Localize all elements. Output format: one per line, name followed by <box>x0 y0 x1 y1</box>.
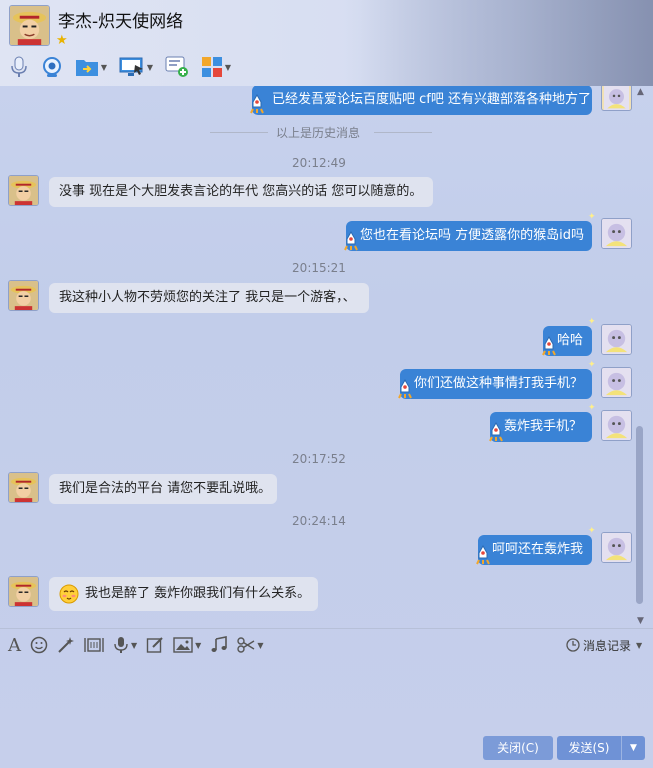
separator-rule <box>374 132 432 133</box>
message-timestamp: 20:17:52 <box>292 452 346 466</box>
chat-toolbar: ▼ ▼ ▼ <box>6 53 234 81</box>
message-history-label: 消息记录 <box>583 638 632 653</box>
close-button[interactable]: 关闭(C) <box>483 736 553 760</box>
edit-icon[interactable] <box>146 636 164 654</box>
outgoing-message[interactable]: 你们还做这种事情打我手机？ <box>400 369 592 399</box>
voice-message-icon[interactable]: ▼ <box>113 636 137 654</box>
chevron-down-icon[interactable]: ▼ <box>257 641 263 650</box>
message-list[interactable]: 已经发吾爱论坛百度贴吧 cf吧 还有兴趣部落各种地方了 以上是历史消息 20:1… <box>0 86 634 628</box>
rocket-icon <box>344 231 358 251</box>
chevron-down-icon[interactable]: ▼ <box>225 63 231 72</box>
input-divider <box>0 628 653 629</box>
input-toolbar: A ▼ ▼ ▼ <box>8 634 263 656</box>
rocket-icon <box>476 545 490 565</box>
send-button[interactable]: 发送(S) <box>557 736 621 760</box>
outgoing-message[interactable]: 您也在看论坛吗 方便透露你的猴岛id吗 <box>346 221 592 251</box>
sparkle-icon: ✦ <box>588 526 596 536</box>
rocket-icon <box>250 94 264 114</box>
outgoing-message[interactable]: 轰炸我手机？ <box>490 412 592 442</box>
send-options-button[interactable]: ▼ <box>621 736 645 760</box>
message-timestamp: 20:15:21 <box>292 261 346 275</box>
contact-avatar[interactable] <box>9 5 50 46</box>
outgoing-message[interactable]: 呵呵还在轰炸我 <box>478 535 592 565</box>
contact-name: 李杰-炽天使网络 <box>58 12 184 32</box>
apps-icon[interactable]: ▼ <box>198 54 234 80</box>
sparkle-icon: ✦ <box>588 403 596 413</box>
chevron-down-icon[interactable]: ▼ <box>636 641 642 650</box>
message-timestamp: 20:24:14 <box>292 514 346 528</box>
incoming-message[interactable]: 我这种小人物不劳烦您的关注了 我只是一个游客，、 <box>49 283 369 313</box>
screen-capture-icon[interactable] <box>84 636 104 654</box>
scroll-up-icon[interactable]: ▲ <box>636 88 645 97</box>
history-label: 以上是历史消息 <box>276 126 361 140</box>
sparkle-icon: ✦ <box>588 212 596 222</box>
chat-scrollbar[interactable]: ▲ ▼ <box>634 86 646 628</box>
chevron-down-icon[interactable]: ▼ <box>147 63 153 72</box>
screen-share-icon[interactable]: ▼ <box>116 54 156 80</box>
voice-call-icon[interactable] <box>6 54 32 80</box>
contact-avatar[interactable] <box>8 576 39 607</box>
sparkle-icon: ✦ <box>588 317 596 327</box>
message-input[interactable] <box>0 660 653 732</box>
chevron-down-icon[interactable]: ▼ <box>131 641 137 650</box>
separator-rule <box>210 132 268 133</box>
chevron-down-icon[interactable]: ▼ <box>195 641 201 650</box>
my-avatar[interactable] <box>601 532 632 563</box>
chevron-down-icon[interactable]: ▼ <box>101 63 107 72</box>
history-separator: 以上是历史消息 <box>210 124 432 140</box>
add-message-icon[interactable] <box>162 54 192 80</box>
message-history-button[interactable]: 消息记录 ▼ <box>566 636 642 654</box>
music-icon[interactable] <box>210 636 228 654</box>
incoming-message[interactable]: 没事 现在是个大胆发表言论的年代 您高兴的话 您可以随意的。 <box>49 177 433 207</box>
chat-header: 李杰-炽天使网络 ★ ▼ ▼ ▼ <box>0 0 653 86</box>
image-icon[interactable]: ▼ <box>173 636 201 654</box>
star-icon: ★ <box>56 33 68 48</box>
magic-icon[interactable] <box>57 636 75 654</box>
my-avatar[interactable] <box>601 410 632 441</box>
scrollbar-thumb[interactable] <box>636 426 643 604</box>
contact-avatar[interactable] <box>8 472 39 503</box>
contact-avatar[interactable] <box>8 280 39 311</box>
incoming-message[interactable]: 我也是醉了 轰炸你跟我们有什么关系。 <box>49 577 318 611</box>
blush-emoji-icon <box>59 584 79 603</box>
my-avatar[interactable] <box>601 218 632 249</box>
font-icon[interactable]: A <box>8 635 21 656</box>
contact-avatar[interactable] <box>8 175 39 206</box>
chevron-down-icon: ▼ <box>630 743 637 753</box>
scissors-icon[interactable]: ▼ <box>237 636 263 654</box>
rocket-icon <box>398 379 412 399</box>
scroll-down-icon[interactable]: ▼ <box>636 617 645 626</box>
header-background-photo <box>343 0 653 86</box>
video-call-icon[interactable] <box>38 54 66 80</box>
emoji-icon[interactable] <box>30 636 48 654</box>
file-transfer-icon[interactable]: ▼ <box>72 54 110 80</box>
rocket-icon <box>489 422 503 442</box>
clock-icon <box>566 638 580 652</box>
message-timestamp: 20:12:49 <box>292 156 346 170</box>
my-avatar[interactable] <box>601 86 632 111</box>
rocket-icon <box>542 336 556 356</box>
outgoing-message[interactable]: 已经发吾爱论坛百度贴吧 cf吧 还有兴趣部落各种地方了 <box>252 86 592 115</box>
my-avatar[interactable] <box>601 367 632 398</box>
incoming-message[interactable]: 我们是合法的平台 请您不要乱说哦。 <box>49 474 277 504</box>
my-avatar[interactable] <box>601 324 632 355</box>
sparkle-icon: ✦ <box>588 360 596 370</box>
